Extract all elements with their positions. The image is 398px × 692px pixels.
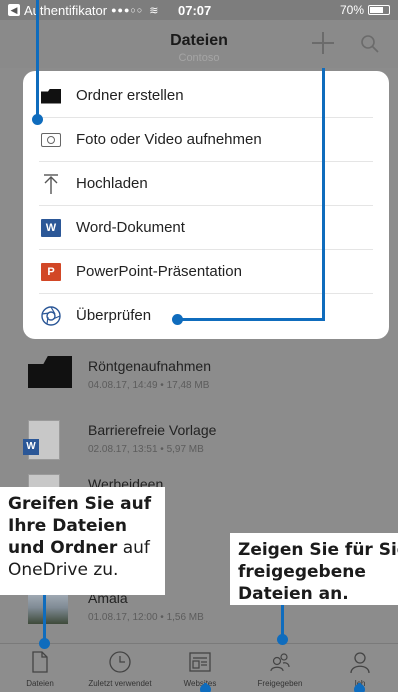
menu-item-word-document[interactable]: W Word-Dokument [23,206,389,250]
menu-item-powerpoint[interactable]: P PowerPoint-Präsentation [23,250,389,294]
callout-shared: Zeigen Sie für Sie freigegebene Dateien … [230,533,398,605]
file-name: Röntgenaufnahmen [88,358,211,374]
callout-dot [32,114,43,125]
files-icon [32,651,48,673]
tab-label: Dateien [26,679,54,688]
tab-zuletzt-verwendet[interactable]: Zuletzt verwendet [80,644,160,692]
camera-icon [39,128,63,152]
search-icon[interactable] [360,34,380,54]
menu-item-label: Überprüfen [76,307,152,324]
tab-label: Zuletzt verwendet [88,679,152,688]
menu-item-create-folder[interactable]: Ordner erstellen [23,74,389,118]
folder-icon [28,356,72,392]
add-menu: Ordner erstellen Foto oder Video aufnehm… [23,71,389,339]
callout-dot [200,684,211,692]
callout-connector [178,318,325,321]
menu-item-label: Ordner erstellen [76,87,184,104]
powerpoint-icon: P [39,260,63,284]
callout-connector [43,595,46,643]
wifi-icon: ≋ [149,4,159,17]
callout-connector [322,68,325,321]
file-name: Barrierefreie Vorlage [88,422,217,438]
nav-bar: Dateien Contoso [0,20,398,68]
word-icon: W [39,216,63,240]
person-icon [350,652,370,674]
battery-icon [368,5,390,15]
callout-dot [172,314,183,325]
tab-bar: Dateien Zuletzt verwendet Websites Freig… [0,643,398,692]
status-right: 70% [340,3,390,17]
shared-icon [270,653,290,672]
add-icon[interactable] [312,32,334,54]
callout-dot [277,634,288,645]
back-to-app-icon[interactable]: ◀ [8,4,20,16]
scan-icon [41,306,61,326]
menu-item-label: Hochladen [76,175,148,192]
clock-time: 07:07 [178,2,212,18]
file-meta: 04.08.17, 14:49 • 17,48 MB [88,380,210,391]
menu-item-label: PowerPoint-Präsentation [76,263,242,280]
menu-item-upload[interactable]: Hochladen [23,162,389,206]
file-meta: 02.08.17, 13:51 • 5,97 MB [88,444,204,455]
list-item[interactable]: W Barrierefreie Vorlage 02.08.17, 13:51 … [0,412,398,466]
menu-item-label: Word-Dokument [76,219,185,236]
page-subtitle: Contoso [178,52,220,64]
callout-files: Greifen Sie auf Ihre Dateien und Ordner … [0,487,165,595]
menu-item-scan[interactable]: Überprüfen [23,294,389,338]
tab-freigegeben[interactable]: Freigegeben [240,644,320,692]
folder-icon [39,84,63,108]
clock-icon [109,651,131,673]
menu-item-label: Foto oder Video aufnehmen [76,131,262,148]
menu-item-take-photo[interactable]: Foto oder Video aufnehmen [23,118,389,162]
word-document-icon: W [23,420,68,460]
callout-dot [354,684,365,692]
file-meta: 01.08.17, 12:00 • 1,56 MB [88,612,204,623]
battery-percent: 70% [339,3,364,17]
callout-dot [39,638,50,649]
tab-dateien[interactable]: Dateien [0,644,80,692]
tab-websites[interactable]: Websites [160,644,240,692]
page-title: Dateien [170,32,228,49]
status-bar: ◀ Authentifikator ●●●○○ ≋ 07:07 70% [0,0,398,20]
upload-icon [44,174,58,194]
callout-bold-text: Zeigen Sie für Sie freigegebene Dateien … [238,540,398,604]
tab-label: Freigegeben [257,679,303,688]
list-item[interactable]: Röntgenaufnahmen 04.08.17, 14:49 • 17,48… [0,348,398,402]
websites-icon [189,652,211,672]
signal-icon: ●●●○○ [111,5,144,15]
callout-connector [36,0,39,120]
